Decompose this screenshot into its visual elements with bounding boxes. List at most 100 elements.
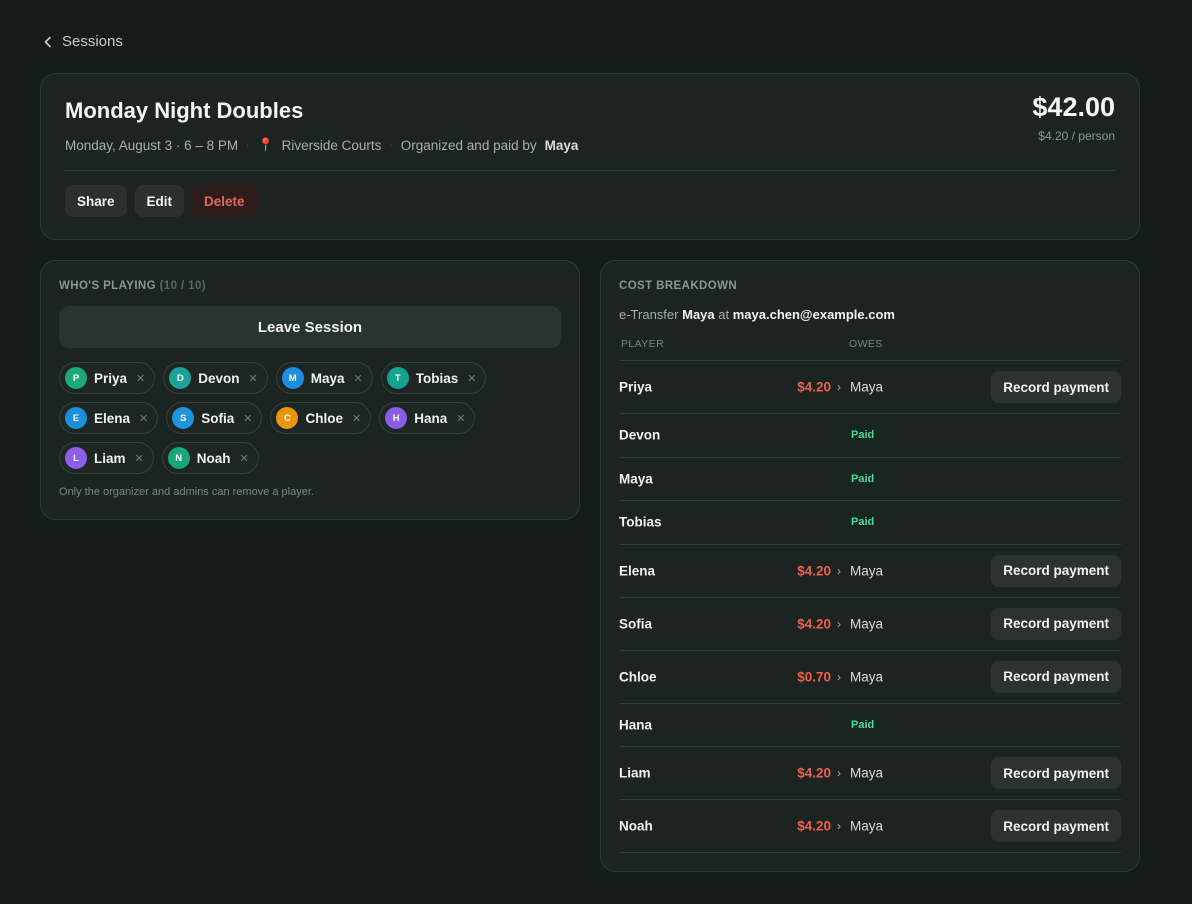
session-actions: Share Edit Delete bbox=[65, 185, 257, 217]
column-header-owes: OWES bbox=[849, 338, 883, 350]
owed-to: Maya bbox=[850, 818, 884, 834]
player-chip: D Devon ✕ bbox=[163, 362, 268, 394]
players-heading: WHO'S PLAYING (10 / 10) bbox=[59, 280, 206, 292]
record-payment-button[interactable]: Record payment bbox=[991, 810, 1121, 842]
etransfer-at: at bbox=[718, 307, 730, 322]
player-chips: P Priya ✕ D Devon ✕ M Maya ✕ T Tobias ✕ E Elena ✕ S Sofi… bbox=[59, 362, 539, 474]
owed-to: Maya bbox=[850, 563, 884, 578]
leave-session-button[interactable]: Leave Session bbox=[59, 306, 561, 348]
location-pin-icon: 📍 bbox=[257, 137, 274, 152]
player-chip: T Tobias ✕ bbox=[380, 362, 487, 394]
player-chip: N Noah ✕ bbox=[161, 442, 259, 474]
share-button[interactable]: Share bbox=[65, 185, 127, 217]
avatar: C bbox=[276, 407, 299, 429]
player-name: Chloe bbox=[305, 410, 343, 426]
cost-row: Devon Paid bbox=[619, 414, 1121, 458]
session-total: $42.00 bbox=[1032, 92, 1115, 122]
record-payment-button[interactable]: Record payment bbox=[991, 607, 1121, 640]
players-count: (10 / 10) bbox=[159, 280, 207, 292]
cost-row: Elena $4.20 › Maya Record payment bbox=[619, 545, 1121, 598]
record-payment-button[interactable]: Record payment bbox=[991, 554, 1121, 587]
column-header-player: PLAYER bbox=[621, 338, 665, 350]
player-name: Tobias bbox=[415, 370, 459, 386]
player-name: Liam bbox=[94, 450, 126, 466]
session-meta: Monday, August 3 · 6 – 8 PM · 📍 Riversid… bbox=[65, 137, 578, 153]
avatar: D bbox=[169, 367, 192, 389]
avatar: N bbox=[167, 447, 190, 469]
avatar: E bbox=[65, 407, 87, 429]
remove-player-icon[interactable]: ✕ bbox=[139, 412, 148, 425]
player-chip: L Liam ✕ bbox=[59, 442, 154, 474]
paid-badge: Paid bbox=[843, 714, 883, 735]
record-payment-button[interactable]: Record payment bbox=[991, 371, 1121, 403]
player-chip: H Hana ✕ bbox=[379, 402, 476, 434]
player-chip: E Elena ✕ bbox=[59, 402, 159, 434]
owed-to: Maya bbox=[850, 765, 884, 781]
avatar: M bbox=[281, 367, 304, 389]
record-payment-button[interactable]: Record payment bbox=[991, 757, 1121, 789]
row-player-name: Elena bbox=[619, 563, 656, 578]
player-name: Noah bbox=[196, 450, 231, 466]
row-player-name: Chloe bbox=[619, 669, 657, 684]
paid-badge: Paid bbox=[843, 468, 883, 489]
etransfer-recipient: Maya bbox=[682, 307, 715, 322]
remove-player-icon[interactable]: ✕ bbox=[354, 372, 363, 385]
cost-breakdown-card: COST BREAKDOWN e-Transfer Maya at maya.c… bbox=[600, 260, 1140, 872]
etransfer-prefix: e-Transfer bbox=[619, 307, 679, 322]
row-player-name: Tobias bbox=[619, 514, 662, 530]
session-title: Monday Night Doubles bbox=[65, 98, 304, 123]
chevron-right-icon: › bbox=[837, 380, 841, 394]
cost-table: Priya $4.20 › Maya Record payment Devon Paid Ma… bbox=[619, 360, 1121, 853]
remove-player-icon[interactable]: ✕ bbox=[239, 452, 248, 465]
remove-player-icon[interactable]: ✕ bbox=[135, 452, 144, 465]
session-header-card: Monday Night Doubles Monday, August 3 · … bbox=[40, 73, 1140, 240]
row-player-name: Hana bbox=[619, 717, 653, 733]
remove-player-note: Only the organizer and admins can remove… bbox=[59, 486, 314, 498]
cost-row: Sofia $4.20 › Maya Record payment bbox=[619, 598, 1121, 651]
avatar: L bbox=[65, 447, 87, 469]
remove-player-icon[interactable]: ✕ bbox=[249, 372, 258, 385]
row-player-name: Noah bbox=[619, 818, 653, 834]
owed-to: Maya bbox=[850, 616, 884, 631]
organizer-name: Maya bbox=[544, 137, 579, 153]
owed-amount: $4.20 bbox=[797, 563, 831, 578]
remove-player-icon[interactable]: ✕ bbox=[243, 412, 252, 425]
back-to-sessions-link[interactable]: Sessions bbox=[42, 33, 123, 50]
cost-row: Noah $4.20 › Maya Record payment bbox=[619, 800, 1121, 853]
avatar: S bbox=[172, 407, 195, 429]
chevron-right-icon: › bbox=[837, 563, 841, 578]
remove-player-icon[interactable]: ✕ bbox=[352, 412, 361, 425]
player-name: Hana bbox=[414, 410, 448, 426]
owed-amount: $0.70 bbox=[797, 669, 831, 684]
player-name: Sofia bbox=[201, 410, 235, 426]
paid-badge: Paid bbox=[843, 512, 883, 533]
cost-row: Liam $4.20 › Maya Record payment bbox=[619, 747, 1121, 800]
delete-button[interactable]: Delete bbox=[192, 185, 257, 217]
owed-amount: $4.20 bbox=[797, 379, 831, 395]
players-card: WHO'S PLAYING (10 / 10) Leave Session PP… bbox=[40, 260, 580, 520]
remove-player-icon[interactable]: ✕ bbox=[456, 412, 465, 425]
cost-row: Hana Paid bbox=[619, 704, 1121, 747]
player-chip: C Chloe ✕ bbox=[270, 402, 372, 434]
player-name: Maya bbox=[310, 370, 345, 386]
chevron-right-icon: › bbox=[837, 766, 841, 780]
edit-button[interactable]: Edit bbox=[134, 185, 185, 217]
owed-amount: $4.20 bbox=[797, 616, 831, 631]
divider bbox=[65, 170, 1115, 171]
player-name: Devon bbox=[198, 370, 240, 386]
players-heading-label: WHO'S PLAYING bbox=[59, 280, 156, 292]
record-payment-button[interactable]: Record payment bbox=[991, 660, 1121, 693]
remove-player-icon[interactable]: ✕ bbox=[467, 372, 476, 385]
avatar: P bbox=[65, 367, 87, 389]
player-chip: M Maya ✕ bbox=[275, 362, 373, 394]
paid-badge: Paid bbox=[843, 425, 883, 446]
cost-row: Priya $4.20 › Maya Record payment bbox=[619, 361, 1121, 414]
separator-dot: · bbox=[246, 139, 250, 151]
remove-player-icon[interactable]: ✕ bbox=[136, 372, 145, 385]
separator-dot: · bbox=[389, 139, 393, 151]
chevron-right-icon: › bbox=[837, 616, 841, 631]
player-name: Elena bbox=[94, 410, 131, 426]
avatar: H bbox=[385, 407, 408, 429]
row-player-name: Liam bbox=[619, 765, 651, 781]
etransfer-info: e-Transfer Maya at maya.chen@example.com bbox=[619, 307, 895, 322]
